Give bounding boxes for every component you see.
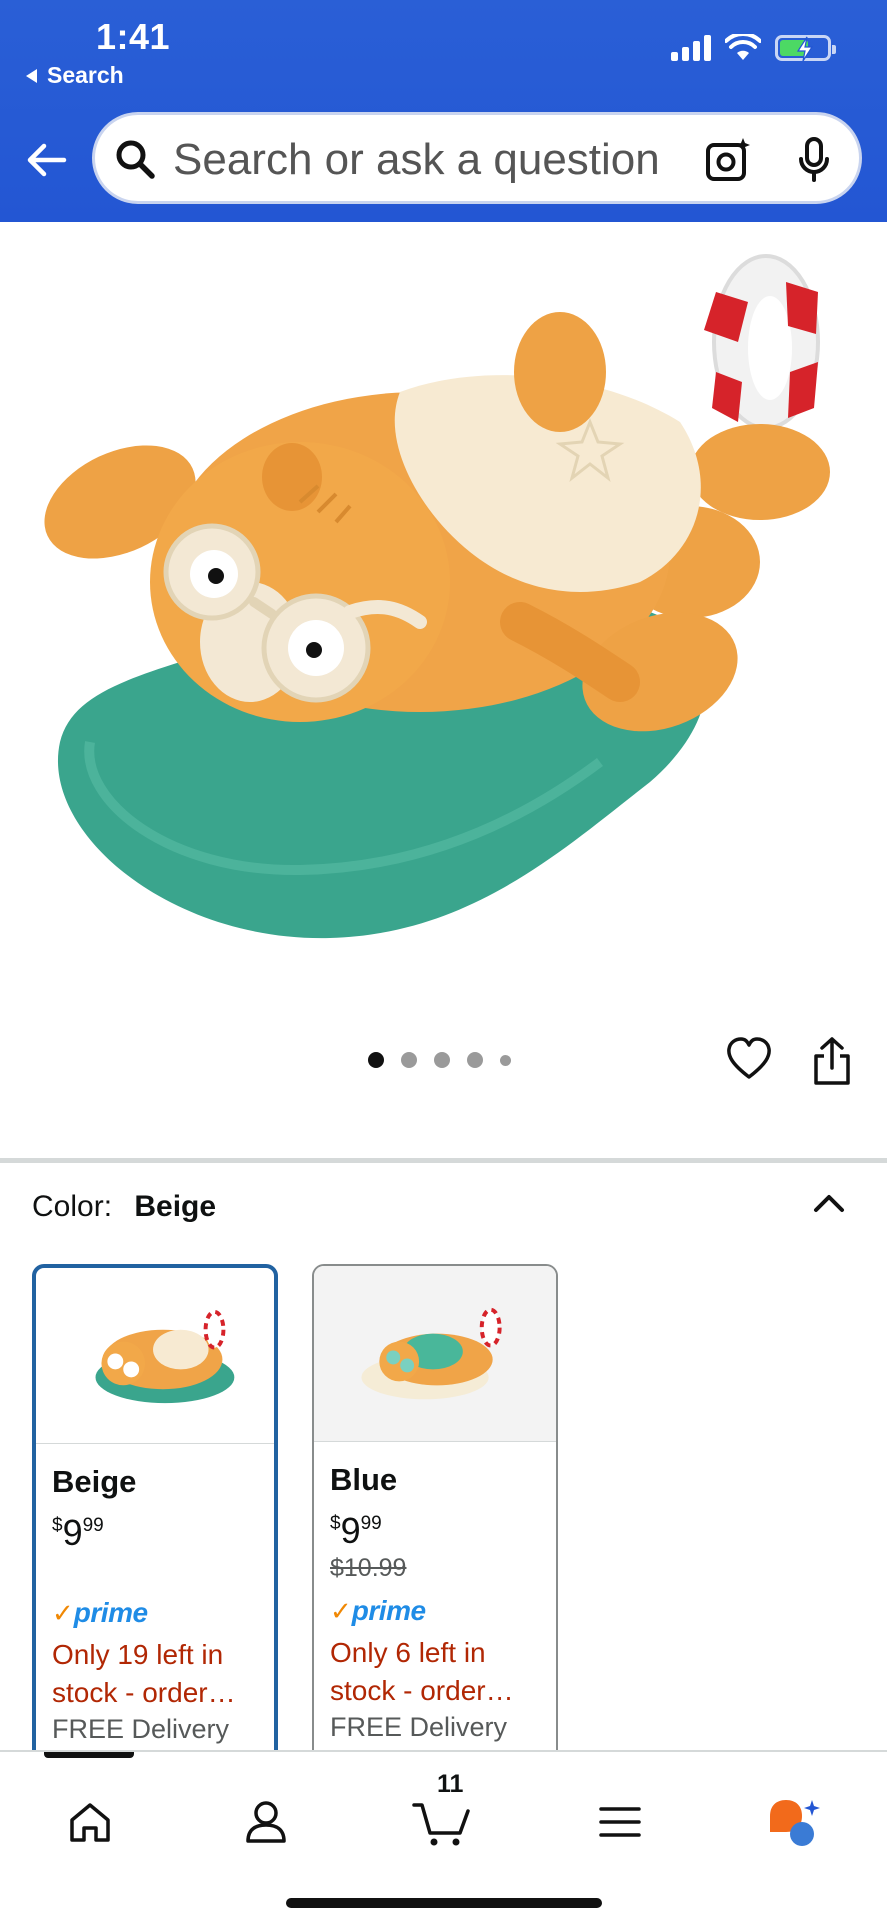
prime-badge: ✓ prime xyxy=(52,1597,148,1628)
pagination-dot[interactable] xyxy=(368,1052,384,1068)
list-price: $10.99 xyxy=(330,1554,407,1582)
back-app-label: Search xyxy=(47,62,124,88)
product-image[interactable] xyxy=(0,222,887,1052)
prime-check-icon: ✓ xyxy=(52,1597,74,1628)
stock-warning: Only 19 left in stock - order… xyxy=(52,1639,236,1708)
stock-warning: Only 6 left in stock - order… xyxy=(330,1637,514,1706)
tab-home[interactable] xyxy=(60,1792,120,1852)
heart-icon[interactable] xyxy=(726,1036,772,1082)
wifi-icon xyxy=(725,34,761,60)
share-icon[interactable] xyxy=(812,1036,852,1086)
camera-search-icon[interactable] xyxy=(705,137,751,183)
tab-account[interactable] xyxy=(236,1792,296,1852)
app-header: 1:41 Search Search or ask a question xyxy=(0,0,887,222)
prime-badge: ✓ prime xyxy=(330,1595,426,1626)
cart-count-badge: 11 xyxy=(437,1770,464,1798)
status-icons xyxy=(671,34,836,62)
search-placeholder: Search or ask a question xyxy=(173,135,660,184)
bottom-tab-bar: 11 xyxy=(0,1750,887,1920)
prime-check-icon: ✓ xyxy=(330,1595,352,1626)
color-selector-label: Color: Beige xyxy=(32,1190,216,1224)
search-icon xyxy=(116,140,155,179)
status-time: 1:41 xyxy=(96,16,171,57)
tab-menu[interactable] xyxy=(590,1792,650,1852)
selected-color: Beige xyxy=(134,1190,217,1223)
option-thumbnail xyxy=(314,1266,556,1442)
pagination-dot[interactable] xyxy=(500,1054,511,1066)
cellular-signal-icon xyxy=(671,35,711,61)
option-price: $999 xyxy=(52,1512,104,1553)
tab-cart[interactable] xyxy=(412,1792,472,1852)
color-label: Color: xyxy=(32,1190,113,1223)
chevron-up-icon[interactable] xyxy=(812,1190,846,1216)
back-triangle-icon xyxy=(26,68,37,83)
section-divider xyxy=(0,1158,887,1163)
battery-icon xyxy=(775,35,836,62)
active-tab-indicator xyxy=(44,1752,134,1758)
pagination-dot[interactable] xyxy=(467,1052,483,1068)
back-to-app-link[interactable]: Search xyxy=(26,62,124,89)
home-indicator xyxy=(286,1898,602,1908)
tab-rufus[interactable] xyxy=(764,1792,824,1852)
account-icon xyxy=(246,1801,286,1843)
cart-icon xyxy=(412,1803,470,1846)
color-option-blue[interactable]: Blue $999 $10.99 ✓ prime Only 6 left in … xyxy=(312,1264,558,1764)
delivery-info: FREE Delivery xyxy=(330,1712,508,1742)
search-input[interactable]: Search or ask a question xyxy=(92,112,862,204)
rufus-assistant-icon xyxy=(770,1800,820,1846)
option-thumbnail xyxy=(36,1309,274,1444)
pagination-dot[interactable] xyxy=(401,1052,417,1068)
option-name: Beige xyxy=(52,1464,137,1499)
image-pagination[interactable] xyxy=(368,1052,511,1068)
color-option-beige[interactable]: Beige $999 ✓ prime Only 19 left in stock… xyxy=(32,1264,278,1764)
microphone-icon[interactable] xyxy=(797,137,831,183)
delivery-info: FREE Delivery xyxy=(52,1714,230,1744)
pagination-dot[interactable] xyxy=(434,1052,450,1068)
option-price: $999 xyxy=(330,1510,382,1551)
option-name: Blue xyxy=(330,1462,398,1497)
back-arrow-icon[interactable] xyxy=(24,138,68,182)
home-icon xyxy=(70,1803,110,1842)
menu-icon xyxy=(599,1807,641,1837)
